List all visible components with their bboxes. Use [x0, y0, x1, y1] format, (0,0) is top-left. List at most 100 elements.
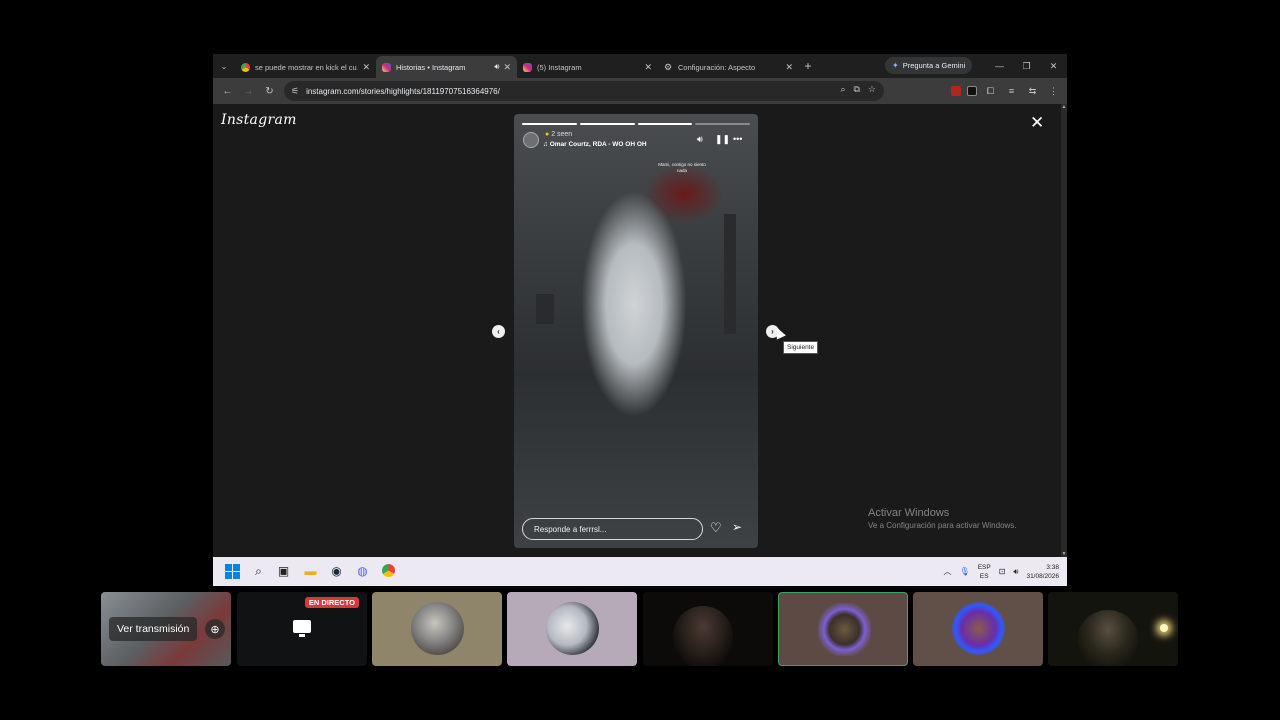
network-icon[interactable]: ⊡ [999, 567, 1006, 576]
media-controls-icon[interactable]: ≡ [1004, 86, 1019, 96]
mute-icon[interactable]: 🔊︎ [697, 134, 703, 145]
participant-camera-tile[interactable] [643, 592, 773, 666]
avatar[interactable] [523, 132, 539, 148]
camera-feed [673, 606, 733, 666]
stream-preview-tile[interactable]: Ver transmisión ⊕ [101, 592, 231, 666]
cast-icon[interactable]: ⧉ [853, 84, 859, 95]
heart-icon[interactable]: ♡ [710, 520, 722, 536]
participant-camera-tile[interactable] [1048, 592, 1178, 666]
clock-time: 3:38 [1046, 563, 1059, 571]
extension-red-icon[interactable] [951, 86, 961, 96]
toolbar-extensions: ⧠ ≡ ⇆ ⋮ [951, 78, 1061, 104]
zoom-icon[interactable]: ⌕ [840, 84, 845, 95]
participant-tile-speaking[interactable] [778, 592, 908, 666]
omnibox-actions: ⌕ ⧉ ☆ [840, 84, 876, 95]
avatar [818, 603, 871, 656]
reload-icon[interactable]: ↻ [259, 86, 280, 97]
close-tab-icon[interactable]: ✕ [785, 62, 793, 73]
watch-stream-button[interactable]: Ver transmisión [109, 617, 198, 641]
song-label[interactable]: ♫ Omar Courtz, RDA - WO OH OH [543, 141, 647, 148]
gym-equipment [536, 294, 554, 324]
avatar [546, 602, 599, 655]
instagram-story-viewer: Instagram ✕ ‹ › ● 2 seen ♫ Omar Courtz, … [213, 104, 1061, 557]
previous-story-icon[interactable]: ‹ [492, 325, 505, 338]
pause-icon[interactable]: ❚❚ [715, 134, 730, 145]
address-bar[interactable]: ⚟ instagram.com/stories/highlights/18119… [284, 81, 884, 101]
clock[interactable]: 3:38 31/08/2026 [1026, 563, 1059, 581]
scroll-up-icon[interactable]: ▲ [1061, 104, 1067, 110]
new-tab-button[interactable]: + [799, 59, 817, 73]
minimize-icon[interactable]: — [986, 54, 1013, 78]
task-view-icon[interactable]: ▣ [276, 564, 291, 579]
window-controls: — ❐ ✕ [986, 54, 1067, 78]
tab-search-icon[interactable]: ⌄ [213, 54, 235, 78]
browser-toolbar: ← → ↻ ⚟ instagram.com/stories/highlights… [213, 78, 1067, 104]
story-progress [522, 123, 750, 125]
live-badge: EN DIRECTO [304, 597, 359, 608]
back-icon[interactable]: ← [217, 86, 238, 97]
tab-configuracion[interactable]: ⚙ Configuración: Aspecto ✕ [658, 56, 799, 78]
story-overlay-text: Mami, contigo no siento nada [642, 162, 722, 174]
close-tab-icon[interactable]: ✕ [362, 62, 370, 73]
instagram-logo[interactable]: Instagram [221, 112, 297, 128]
watch-preview-icon[interactable]: ⊕ [205, 619, 225, 639]
participant-tile[interactable] [507, 592, 637, 666]
activate-subtitle: Ve a Configuración para activar Windows. [868, 521, 1017, 530]
reply-placeholder: Responde a ferrrsl... [534, 524, 607, 534]
gear-icon: ⚙ [664, 61, 673, 72]
steam-icon[interactable]: ◉ [329, 564, 344, 579]
send-icon[interactable]: ➢ [732, 520, 742, 534]
microphone-icon[interactable]: 🎙︎ [960, 567, 970, 576]
forward-icon[interactable]: → [238, 86, 259, 97]
discord-icon[interactable]: ◍ [355, 564, 370, 579]
tab-title: Historias • Instagram [396, 62, 466, 72]
progress-segment [579, 123, 635, 125]
chevron-up-icon[interactable]: ︿ [944, 566, 952, 577]
file-explorer-icon[interactable]: ▬ [303, 564, 318, 579]
participant-tile[interactable] [913, 592, 1043, 666]
language-indicator[interactable]: ESP ES [978, 563, 991, 581]
search-icon[interactable]: ⌕ [251, 564, 266, 579]
gemini-button[interactable]: ✦ Pregunta a Gemini [885, 57, 973, 74]
tooltip: Siguiente [783, 341, 819, 354]
profile-icon[interactable]: ⇆ [1025, 86, 1040, 97]
more-options-icon[interactable]: ••• [733, 134, 742, 144]
participant-tile[interactable] [372, 592, 502, 666]
seen-dot-icon: ● [545, 131, 550, 138]
close-window-icon[interactable]: ✕ [1040, 54, 1067, 78]
extension-dark-icon[interactable] [967, 86, 977, 96]
bookmark-star-icon[interactable]: ☆ [868, 84, 876, 95]
tab-instagram[interactable]: (5) Instagram ✕ [517, 56, 658, 78]
avatar [952, 602, 1005, 655]
tab-strip: ⌄ se puede mostrar en kick el cu… ✕ Hist… [213, 54, 1067, 78]
extensions-puzzle-icon[interactable]: ⧠ [983, 86, 998, 97]
speaker-icon[interactable]: 🔊︎ [494, 62, 499, 72]
tab-title: (5) Instagram [537, 62, 582, 72]
monitor-icon [293, 620, 311, 637]
close-story-icon[interactable]: ✕ [1030, 113, 1044, 133]
page-scrollbar[interactable]: ▲ ▼ [1061, 104, 1067, 557]
chrome-icon[interactable] [381, 564, 396, 579]
instagram-icon [382, 62, 391, 72]
avatar [411, 602, 464, 655]
tab-title: se puede mostrar en kick el cu… [255, 62, 359, 72]
close-tab-icon[interactable]: ✕ [644, 62, 652, 73]
lang-top: ESP [977, 563, 991, 571]
reply-input[interactable]: Responde a ferrrsl... [522, 518, 703, 540]
lamp-light [1160, 624, 1168, 632]
live-stream-tile[interactable]: EN DIRECTO [237, 592, 367, 666]
tab-historias[interactable]: Historias • Instagram 🔊︎ ✕ [376, 56, 517, 78]
tab-title: Configuración: Aspecto [678, 62, 756, 72]
windows-taskbar: ⌕ ▣ ▬ ◉ ◍ ︿ 🎙︎ ESP ES ⊡ 🔊︎ 3:38 31/08/20… [213, 557, 1067, 586]
seen-count[interactable]: ● 2 seen [545, 131, 572, 138]
story-card[interactable]: ● 2 seen ♫ Omar Courtz, RDA - WO OH OH 🔊… [514, 114, 758, 548]
kebab-menu-icon[interactable]: ⋮ [1046, 86, 1061, 97]
restore-icon[interactable]: ❐ [1013, 54, 1040, 78]
volume-icon[interactable]: 🔊︎ [1013, 567, 1018, 577]
windows-start-icon[interactable] [225, 564, 240, 579]
tab-kick[interactable]: se puede mostrar en kick el cu… ✕ [235, 56, 376, 78]
close-tab-icon[interactable]: ✕ [503, 62, 511, 73]
seen-label: 2 seen [551, 131, 573, 138]
progress-segment [522, 123, 577, 125]
site-info-icon[interactable]: ⚟ [291, 86, 299, 97]
